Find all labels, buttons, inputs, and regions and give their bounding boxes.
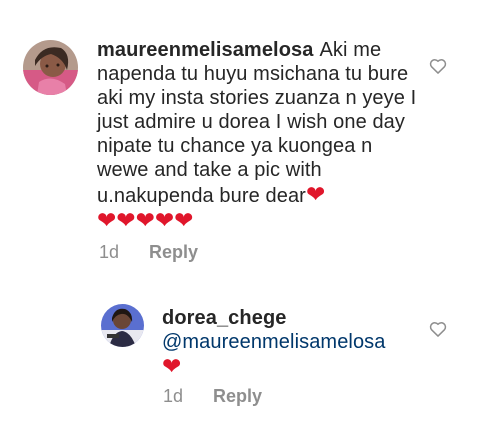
heart-emoji: ❤	[135, 207, 155, 233]
heart-emoji: ❤	[162, 353, 182, 379]
reply-button[interactable]: Reply	[149, 242, 198, 263]
comment-meta: 1d Reply	[163, 386, 262, 407]
heart-emoji: ❤	[154, 207, 175, 233]
heart-emoji-row: ❤❤❤❤❤	[97, 207, 193, 233]
avatar[interactable]	[23, 40, 78, 95]
comment-timestamp: 1d	[163, 386, 184, 406]
mention-link[interactable]: @maureenmelisamelosa	[162, 331, 386, 353]
heart-emoji: ❤	[116, 207, 136, 233]
heart-emoji: ❤	[174, 207, 194, 233]
comment-username[interactable]: dorea_chege	[162, 307, 287, 329]
heart-emoji: ❤	[305, 181, 326, 207]
comment-meta: 1d Reply	[99, 242, 198, 263]
heart-outline-icon[interactable]	[428, 319, 448, 339]
avatar[interactable]	[101, 304, 144, 347]
reply-button[interactable]: Reply	[213, 386, 262, 407]
comment-text: Aki me napenda tu huyu msichana tu bure …	[97, 39, 417, 207]
comment-timestamp: 1d	[99, 242, 120, 262]
heart-outline-icon[interactable]	[428, 56, 448, 76]
comment-body: dorea_chege @maureenmelisamelosa ❤	[162, 306, 422, 380]
comment-body: maureenmelisamelosa Aki me napenda tu huy…	[97, 38, 427, 234]
heart-emoji: ❤	[97, 207, 117, 233]
comment-username[interactable]: maureenmelisamelosa	[97, 39, 313, 61]
